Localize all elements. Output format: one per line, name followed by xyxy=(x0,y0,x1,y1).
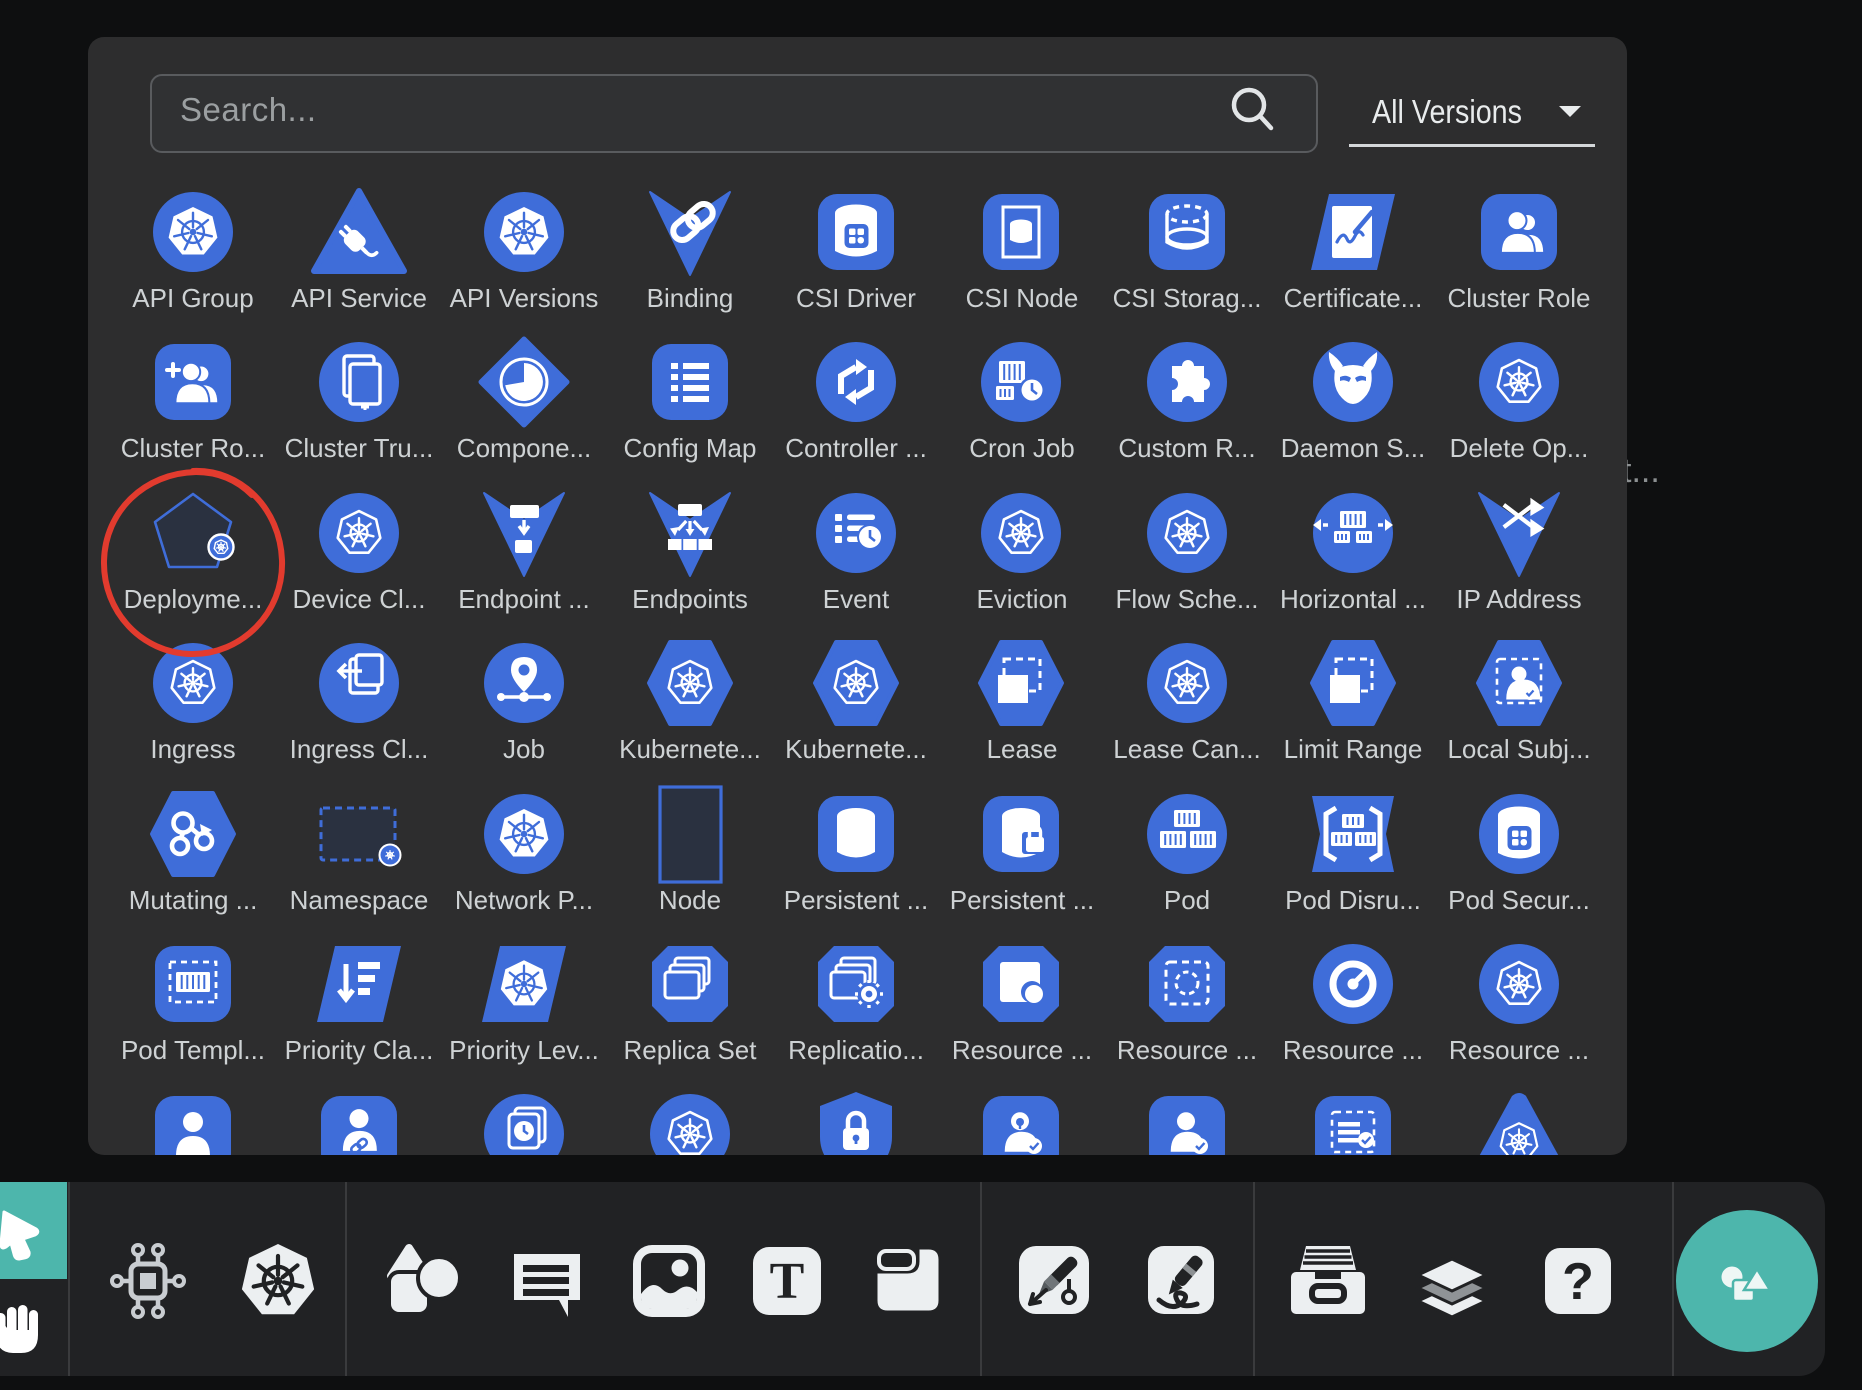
svg-text:?: ? xyxy=(1562,1253,1594,1311)
svg-text:T: T xyxy=(770,1253,805,1310)
